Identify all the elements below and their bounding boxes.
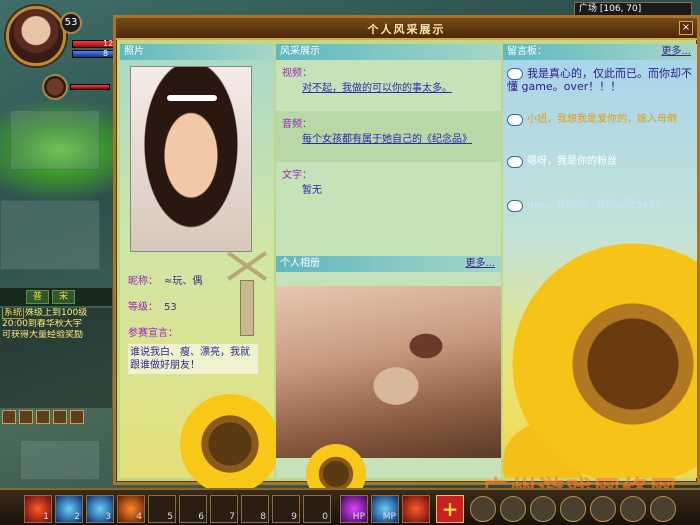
player-hud: 53 12 8: [6, 6, 116, 72]
message-item[interactable]: 小妞，我想我是爱你的，嫁入母倒: [507, 114, 693, 126]
shop-icon[interactable]: [620, 496, 646, 522]
chat-line: 20:00到春华秋大宇: [2, 319, 82, 329]
chat-system-tag: 系统: [2, 308, 25, 319]
declaration-text: 谁说我白、瘦、漂亮，我就跟谁做好朋友！: [128, 344, 258, 374]
audio-row: 音频： 每个女孩都有属于她自己的《纪念品》: [276, 111, 501, 162]
board-more-link[interactable]: 更多...: [661, 44, 691, 59]
channel-icon[interactable]: [19, 410, 33, 424]
audio-link[interactable]: 每个女孩都有属于她自己的《纪念品》: [302, 130, 495, 145]
player-level-badge: 53: [60, 12, 82, 34]
speech-bubble-icon: [507, 156, 523, 168]
level-row: 等级： 53: [128, 302, 177, 313]
character-icon[interactable]: [500, 496, 526, 522]
mp-value: 8: [103, 49, 109, 58]
album-more-link[interactable]: 更多...: [465, 256, 495, 271]
speech-bubble-icon: [507, 68, 523, 80]
skill-slot[interactable]: 5: [148, 495, 176, 523]
guild-icon[interactable]: [590, 496, 616, 522]
chat-log: 系统 殊级上到100级 20:00到春华秋大宇 可获得大量经验奖励: [0, 308, 112, 408]
mp-potion-slot[interactable]: MP: [371, 495, 399, 523]
speech-bubble-icon: [507, 114, 523, 126]
close-button[interactable]: ×: [679, 21, 693, 35]
location-display: 广场 [106, 70]: [574, 2, 692, 16]
showcase-header: 风采展示: [276, 44, 501, 60]
skill-slot[interactable]: 8: [241, 495, 269, 523]
skill-slot[interactable]: 3: [86, 495, 114, 523]
skill-slot[interactable]: 4: [117, 495, 145, 523]
skill-slot[interactable]: 0: [303, 495, 331, 523]
chat-tabs: 普 宋: [0, 288, 112, 306]
showcase-column: 风采展示 视频： 对不起，我做的可以你的事太多。 音频： 每个女孩都有属于她自己…: [276, 44, 501, 504]
video-link[interactable]: 对不起，我做的可以你的事太多。: [302, 79, 495, 94]
text-row: 文字： 暂无: [276, 162, 501, 213]
player-portrait[interactable]: [6, 6, 66, 66]
skill-slot[interactable]: 1: [24, 495, 52, 523]
add-button[interactable]: +: [436, 495, 464, 523]
skill-slot[interactable]: 9: [272, 495, 300, 523]
message-item[interactable]: 我是真心的，仅此而已。而你却不懂 game。over！！！: [507, 68, 693, 94]
chat-tab-common[interactable]: 普: [26, 290, 50, 304]
emote-icon[interactable]: [2, 410, 16, 424]
hp-potion-slot[interactable]: HP: [340, 495, 368, 523]
profile-photo[interactable]: [130, 66, 252, 252]
skill-slot[interactable]: 7: [210, 495, 238, 523]
video-row: 视频： 对不起，我做的可以你的事太多。: [276, 60, 501, 111]
mp-bar: [72, 50, 116, 58]
settings-icon[interactable]: [70, 410, 84, 424]
message-board-column: 留言板： 更多... 我是真心的，仅此而已。而你却不懂 game。over！！！…: [503, 44, 697, 478]
nickname-row: 昵称： ≈玩、偶: [128, 276, 203, 287]
declaration-label: 参赛宣言：: [128, 328, 178, 339]
window-title: 个人风采展示: [367, 23, 446, 36]
chat-tab-song[interactable]: 宋: [52, 290, 76, 304]
chat-panel: 普 宋 系统 殊级上到100级 20:00到春华秋大宇 可获得大量经验奖励: [0, 288, 112, 438]
skill-book-icon[interactable]: [530, 496, 556, 522]
profile-window: 个人风采展示 × 照片 昵称： ≈玩、偶 等级： 53 参赛宣言： 谁说我白、瘦、漂…: [113, 15, 700, 504]
message-item[interactable]: mm，我呢吧，我的id是5479: [507, 200, 693, 212]
speech-bubble-icon: [507, 200, 523, 212]
album-header: 个人相册 更多...: [276, 256, 501, 272]
pet-hp-bar: [70, 84, 110, 90]
scroll-up-icon[interactable]: [36, 410, 50, 424]
bag-icon[interactable]: [470, 496, 496, 522]
chat-toolbar: [0, 410, 112, 428]
pet-portrait[interactable]: [42, 74, 68, 100]
hp-value: 12: [103, 39, 114, 48]
skill-slot[interactable]: 6: [179, 495, 207, 523]
team-icon[interactable]: [560, 496, 586, 522]
profile-column: 照片 昵称： ≈玩、偶 等级： 53 参赛宣言： 谁说我白、瘦、漂亮，我就跟谁做好朋…: [120, 44, 280, 494]
sunflower-decoration: [180, 394, 280, 494]
message-item[interactable]: 嗯呀，我是你的粉丝: [507, 156, 693, 168]
windmill-decoration: [216, 250, 276, 338]
chat-line: 可获得大量经验奖励: [2, 330, 84, 340]
window-titlebar[interactable]: 个人风采展示 ×: [116, 18, 697, 40]
album-photo[interactable]: [276, 286, 501, 458]
photo-header: 照片: [120, 44, 274, 60]
scroll-down-icon[interactable]: [53, 410, 67, 424]
skill-bar: 1 2 3 4 5 6 7 8 9 0 HP MP +: [0, 488, 700, 525]
item-slot[interactable]: [402, 495, 430, 523]
skill-slot[interactable]: 2: [55, 495, 83, 523]
system-menu-icon[interactable]: [650, 496, 676, 522]
text-value: 暂无: [302, 185, 322, 196]
chat-line: 系统 殊级上到100级: [2, 308, 88, 319]
board-header: 留言板： 更多...: [503, 44, 697, 60]
